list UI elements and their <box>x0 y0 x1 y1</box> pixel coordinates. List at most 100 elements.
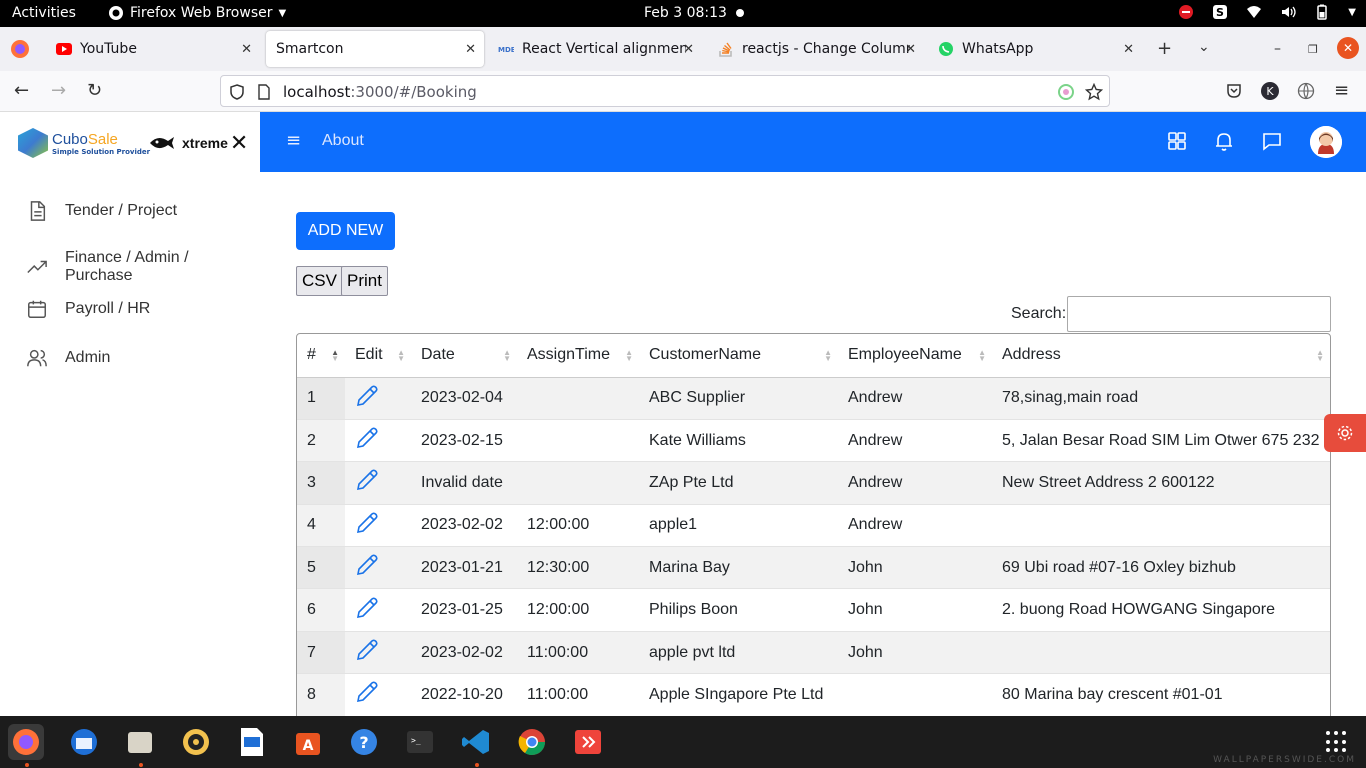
cell-edit[interactable] <box>345 377 411 420</box>
csv-button[interactable]: CSV <box>296 266 343 296</box>
table-row[interactable]: 6 2023-01-25 12:00:00 Philips Boon John 2. bu… <box>297 588 1330 632</box>
battery-icon[interactable] <box>1314 4 1330 20</box>
table-row[interactable]: 3 Invalid date ZAp Pte Ltd Andrew New Street… <box>297 461 1330 505</box>
xtreme-logo[interactable]: xtreme ✕ <box>148 132 248 154</box>
close-icon[interactable]: ✕ <box>683 42 694 57</box>
sidebar-item-finance-admin-purchase[interactable]: Finance / Admin / Purchase <box>26 249 260 285</box>
sidebar-item-payroll-hr[interactable]: Payroll / HR <box>26 298 150 320</box>
reload-icon[interactable]: ↻ <box>87 80 102 101</box>
add-new-button[interactable]: ADD NEW <box>296 212 395 250</box>
url-bar[interactable]: localhost:3000/#/Booking <box>220 75 1110 107</box>
settings-fab[interactable] <box>1324 414 1366 452</box>
table-row[interactable]: 2 2023-02-15 Kate Williams Andrew 5, Jalan B… <box>297 419 1330 463</box>
sidebar-item-tender-project[interactable]: Tender / Project <box>26 200 177 222</box>
chrome-dock-icon[interactable] <box>514 724 550 760</box>
sort-icon[interactable]: ▲ ▼ <box>397 349 405 363</box>
table-row[interactable]: 7 2023-02-02 11:00:00 apple pvt ltd John <box>297 631 1330 675</box>
anydesk-dock-icon[interactable] <box>570 724 606 760</box>
pocket-icon[interactable] <box>1226 83 1242 99</box>
software-store-dock-icon[interactable]: A <box>290 724 326 760</box>
column-header-edit[interactable]: Edit ▲ ▼ <box>345 334 411 378</box>
cell-edit[interactable] <box>345 546 411 590</box>
page-icon[interactable] <box>257 84 271 100</box>
edit-pencil-icon[interactable] <box>355 511 379 535</box>
print-button[interactable]: Print <box>341 266 388 296</box>
edit-pencil-icon[interactable] <box>355 384 379 408</box>
extension-icon[interactable] <box>1057 83 1075 101</box>
table-row[interactable]: 1 2023-02-04 ABC Supplier Andrew 78,sinag,ma… <box>297 377 1330 420</box>
table-row[interactable]: 4 2023-02-02 12:00:00 apple1 Andrew <box>297 504 1330 548</box>
cell-edit[interactable] <box>345 673 411 717</box>
chevron-down-icon[interactable]: ▼ <box>1348 7 1356 18</box>
firefox-view-icon[interactable] <box>10 39 30 59</box>
list-all-tabs-icon[interactable]: ⌄ <box>1198 39 1210 55</box>
cubosale-logo[interactable]: CuboSale Simple Solution Provider <box>18 128 150 158</box>
cell-edit[interactable] <box>345 631 411 675</box>
about-link[interactable]: About <box>322 132 364 150</box>
cell-edit[interactable] <box>345 461 411 505</box>
close-icon[interactable]: ✕ <box>905 42 916 57</box>
column-header-customername[interactable]: CustomerName ▲ ▼ <box>639 334 838 378</box>
do-not-disturb-icon[interactable] <box>1178 4 1194 20</box>
tab-smartcon[interactable]: Smartcon ✕ <box>266 31 484 67</box>
close-window-icon[interactable]: ✕ <box>1337 37 1359 59</box>
edit-pencil-icon[interactable] <box>355 680 379 704</box>
url-text[interactable]: localhost:3000/#/Booking <box>283 83 477 101</box>
column-header-assigntime[interactable]: AssignTime ▲ ▼ <box>517 334 639 378</box>
terminal-dock-icon[interactable]: >_ <box>402 724 438 760</box>
apps-grid-icon[interactable] <box>1166 130 1188 152</box>
edit-pencil-icon[interactable] <box>355 638 379 662</box>
back-icon[interactable]: ← <box>14 80 29 101</box>
menu-toggle-icon[interactable]: ≡ <box>286 130 301 151</box>
show-apps-icon[interactable] <box>1326 731 1348 753</box>
new-tab-icon[interactable]: + <box>1157 38 1172 59</box>
maximize-icon[interactable]: ❐ <box>1308 43 1318 56</box>
column-header-employeename[interactable]: EmployeeName ▲ ▼ <box>838 334 992 378</box>
bell-icon[interactable] <box>1213 130 1235 152</box>
activities-button[interactable]: Activities <box>12 5 76 21</box>
chat-icon[interactable] <box>1261 130 1283 152</box>
tab-youtube[interactable]: YouTube ✕ <box>46 31 260 67</box>
minimize-icon[interactable]: – <box>1274 41 1281 57</box>
vscode-dock-icon[interactable] <box>458 724 494 760</box>
table-row[interactable]: 5 2023-01-21 12:30:00 Marina Bay John 69 Ubi … <box>297 546 1330 590</box>
sidebar-item-admin[interactable]: Admin <box>26 347 110 369</box>
column-header-date[interactable]: Date ▲ ▼ <box>411 334 517 378</box>
sort-icon[interactable]: ▲ ▼ <box>503 349 511 363</box>
profile-avatar[interactable]: K <box>1261 82 1279 100</box>
avatar[interactable] <box>1310 126 1342 158</box>
sort-icon[interactable]: ▲ ▼ <box>978 349 986 363</box>
edit-pencil-icon[interactable] <box>355 553 379 577</box>
hamburger-menu-icon[interactable]: ≡ <box>1334 80 1349 101</box>
close-icon[interactable]: ✕ <box>241 42 252 57</box>
column-header-address[interactable]: Address ▲ ▼ <box>992 334 1330 378</box>
edit-pencil-icon[interactable] <box>355 596 379 620</box>
tab-whatsapp[interactable]: WhatsApp ✕ <box>928 31 1142 67</box>
cell-edit[interactable] <box>345 504 411 548</box>
edit-pencil-icon[interactable] <box>355 426 379 450</box>
table-row[interactable]: 8 2022-10-20 11:00:00 Apple SIngapore Pte L… <box>297 673 1330 717</box>
edit-pencil-icon[interactable] <box>355 468 379 492</box>
bookmark-star-icon[interactable] <box>1085 83 1103 101</box>
system-tray[interactable]: S ▼ <box>1178 4 1356 20</box>
rhythmbox-dock-icon[interactable] <box>178 724 214 760</box>
app-menu[interactable]: Firefox Web Browser ▼ <box>108 5 286 21</box>
wifi-icon[interactable] <box>1246 4 1262 20</box>
sort-icon[interactable]: ▲ ▼ <box>824 349 832 363</box>
clock[interactable]: Feb 3 08:13 <box>644 5 727 21</box>
tab-react-vertical-alignment[interactable]: MDB React Vertical alignment ✕ <box>488 31 702 67</box>
cell-edit[interactable] <box>345 419 411 463</box>
sort-asc-icon[interactable]: ▲ ▼ <box>331 349 339 363</box>
column-header-id[interactable]: # ▲ ▼ <box>297 334 345 378</box>
thunderbird-dock-icon[interactable] <box>66 724 102 760</box>
help-dock-icon[interactable]: ? <box>346 724 382 760</box>
cell-edit[interactable] <box>345 588 411 632</box>
tab-reactjs-change-column[interactable]: reactjs - Change Column ✕ <box>708 31 924 67</box>
globe-icon[interactable] <box>1297 82 1315 100</box>
writer-dock-icon[interactable] <box>234 724 270 760</box>
close-icon[interactable]: ✕ <box>1123 42 1134 57</box>
firefox-dock-icon[interactable] <box>8 724 44 760</box>
shield-icon[interactable] <box>229 84 245 100</box>
close-icon[interactable]: ✕ <box>465 42 476 57</box>
sort-icon[interactable]: ▲ ▼ <box>1316 349 1324 363</box>
